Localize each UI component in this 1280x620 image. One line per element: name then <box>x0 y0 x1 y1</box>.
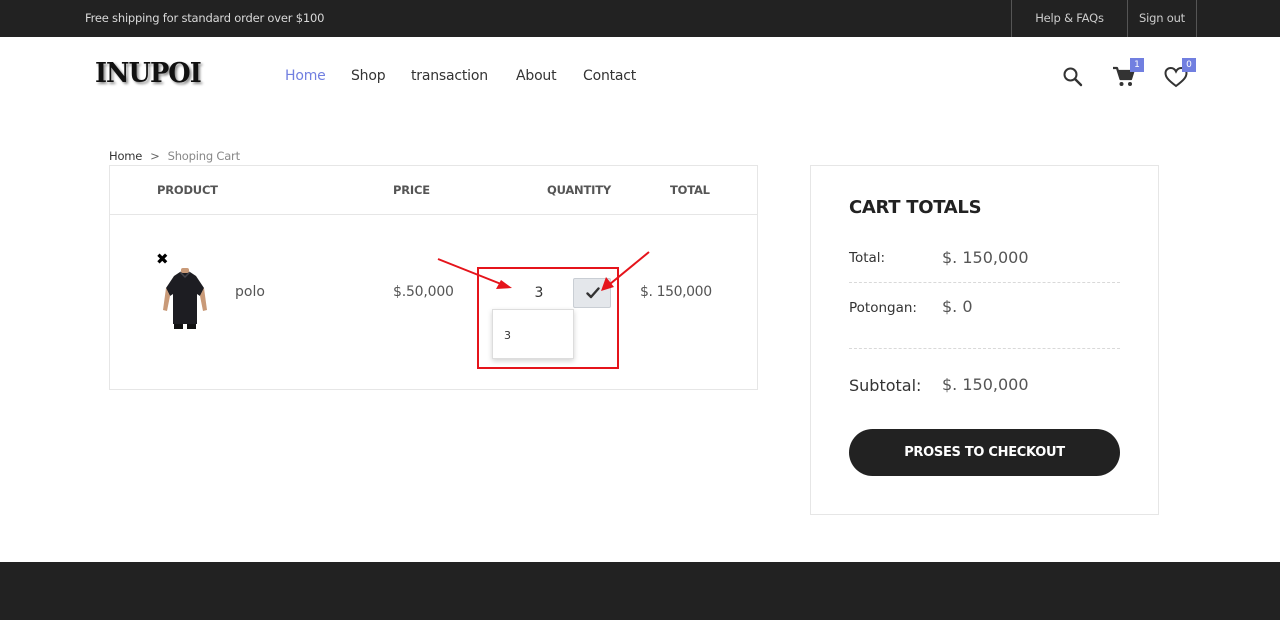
breadcrumb: Home > Shoping Cart <box>109 149 240 163</box>
potongan-value: $. 0 <box>942 297 973 316</box>
divider <box>849 348 1120 349</box>
sign-out-link[interactable]: Sign out <box>1127 0 1197 37</box>
nav-home[interactable]: Home <box>285 68 326 84</box>
breadcrumb-separator: > <box>150 149 160 163</box>
check-icon <box>586 287 600 299</box>
footer <box>0 562 1280 620</box>
shipping-notice: Free shipping for standard order over $1… <box>85 11 325 25</box>
nav-transaction[interactable]: transaction <box>411 68 488 84</box>
column-header-quantity: QUANTITY <box>547 183 611 197</box>
top-bar: Free shipping for standard order over $1… <box>0 0 1280 37</box>
update-quantity-button[interactable] <box>573 278 611 308</box>
subtotal-value: $. 150,000 <box>942 375 1029 394</box>
product-price: $.50,000 <box>393 284 454 300</box>
column-header-product: PRODUCT <box>157 183 218 197</box>
nav-contact[interactable]: Contact <box>583 68 636 84</box>
product-name[interactable]: polo <box>235 284 265 300</box>
search-icon[interactable] <box>1062 66 1084 88</box>
breadcrumb-home[interactable]: Home <box>109 149 142 163</box>
header-divider <box>110 214 757 215</box>
autocomplete-option[interactable]: 3 <box>504 329 511 342</box>
total-value: $. 150,000 <box>942 248 1029 267</box>
product-image <box>160 266 210 330</box>
product-total: $. 150,000 <box>640 284 712 300</box>
checkout-button[interactable]: PROSES TO CHECKOUT <box>849 429 1120 476</box>
nav-about[interactable]: About <box>516 68 557 84</box>
cart-count-badge: 1 <box>1130 58 1144 72</box>
total-label: Total: <box>849 250 886 266</box>
potongan-label: Potongan: <box>849 300 917 316</box>
site-logo[interactable]: INUPOI <box>95 58 202 89</box>
quantity-autocomplete-dropdown[interactable]: 3 <box>492 309 574 359</box>
divider <box>849 282 1120 283</box>
breadcrumb-current: Shoping Cart <box>167 149 240 163</box>
wishlist-count-badge: 0 <box>1182 58 1196 72</box>
help-faqs-link[interactable]: Help & FAQs <box>1011 0 1127 37</box>
cart-table: PRODUCT PRICE QUANTITY TOTAL ✖ polo $.50… <box>109 165 758 390</box>
quantity-input[interactable] <box>505 278 573 308</box>
nav-shop[interactable]: Shop <box>351 68 386 84</box>
cart-totals-panel: CART TOTALS Total: $. 150,000 Potongan: … <box>810 165 1159 515</box>
column-header-price: PRICE <box>393 183 430 197</box>
column-header-total: TOTAL <box>670 183 710 197</box>
cart-totals-title: CART TOTALS <box>849 197 982 218</box>
subtotal-label: Subtotal: <box>849 376 922 395</box>
